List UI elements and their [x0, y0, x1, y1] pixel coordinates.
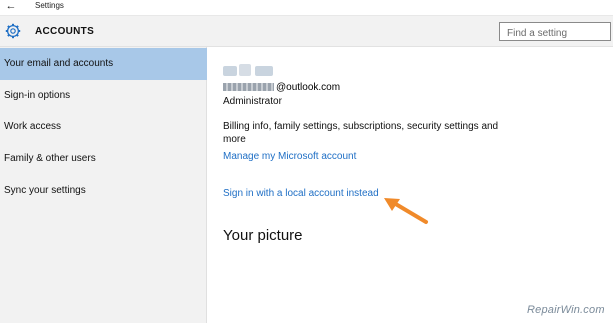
your-picture-heading: Your picture: [223, 227, 303, 244]
sidebar-item-sign-in-options[interactable]: Sign-in options: [0, 80, 207, 112]
search-input[interactable]: [500, 25, 610, 42]
window-titlebar: ← Settings: [0, 0, 613, 16]
email-redacted: [223, 83, 274, 91]
page-header: ACCOUNTS: [0, 16, 613, 47]
main-content: @outlook.com Administrator Billing info,…: [208, 47, 613, 323]
sidebar-item-sync-your-settings[interactable]: Sync your settings: [0, 175, 207, 207]
account-email: @outlook.com: [223, 82, 340, 94]
sidebar-item-work-access[interactable]: Work access: [0, 111, 207, 143]
window-title: Settings: [35, 1, 64, 10]
watermark: RepairWin.com: [527, 304, 605, 316]
billing-info-text: Billing info, family settings, subscript…: [223, 121, 499, 145]
sidebar-item-family-other-users[interactable]: Family & other users: [0, 143, 207, 175]
account-name-blurred: [223, 62, 275, 80]
search-box[interactable]: [499, 22, 611, 42]
gear-icon: [5, 23, 21, 39]
orange-arrow-icon: [384, 198, 428, 224]
sidebar-item-your-email-and-accounts[interactable]: Your email and accounts: [0, 48, 207, 80]
manage-microsoft-account-link[interactable]: Manage my Microsoft account: [223, 151, 356, 163]
section-title: ACCOUNTS: [35, 26, 95, 37]
sidebar-nav: Your email and accounts Sign-in options …: [0, 47, 207, 323]
email-domain: @outlook.com: [276, 82, 341, 93]
account-role: Administrator: [223, 96, 282, 107]
back-arrow-icon[interactable]: ←: [2, 0, 20, 15]
sign-in-local-account-link[interactable]: Sign in with a local account instead: [223, 188, 379, 200]
